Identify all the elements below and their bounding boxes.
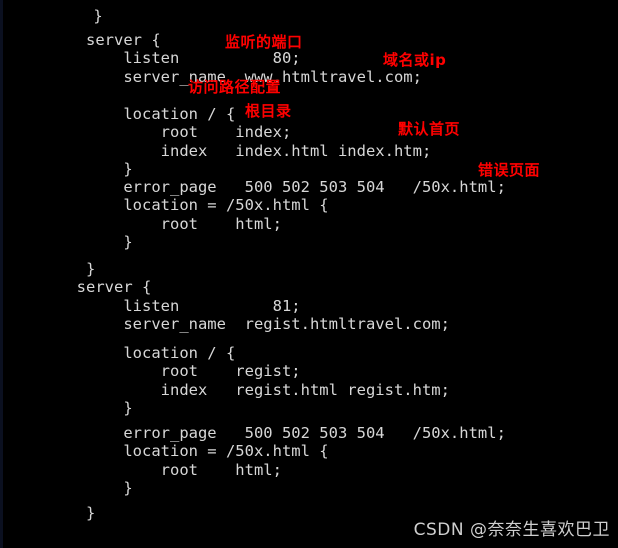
code-line-index-files-2: index regist.html regist.htm; [2, 362, 450, 399]
csdn-watermark: CSDN @奈奈生喜欢巴卫 [413, 520, 610, 540]
annotation-root-dir: 根目录 [245, 102, 292, 120]
code-line-server-close-1: } [2, 241, 95, 278]
annotation-error-page: 错误页面 [478, 161, 541, 179]
code-line-server-close-2: } [2, 485, 95, 522]
code-line-server-name-regist: server_name regist.htmltravel.com; [2, 297, 450, 333]
code-line-location-root-2: location / { [2, 325, 235, 362]
code-line-location-close-1: } [2, 142, 132, 178]
code-line-listen-81: listen 81; [2, 278, 300, 315]
code-text: } [58, 503, 96, 522]
code-line-server-open-2: server { [2, 260, 152, 296]
code-line-root-html-1: root html; [2, 196, 282, 233]
annotation-listen-port: 监听的端口 [225, 33, 303, 51]
annotation-location-path: 访问路径配置 [188, 78, 282, 96]
code-line-error-page-2: error_page 500 502 503 504 /50x.html; [2, 405, 506, 442]
code-line-error-page-1: error_page 500 502 503 504 /50x.html; [2, 159, 506, 196]
code-line-clipped-top: } [0, 0, 102, 25]
code-line-location-50x-close-2: } [2, 461, 132, 497]
code-line-server-name-www: server_name www.htmltravel.com; [2, 49, 422, 86]
code-line-location-close-2: } [2, 381, 132, 417]
annotation-default-index: 默认首页 [398, 120, 461, 138]
code-line-root-regist: root regist; [2, 344, 301, 380]
code-line-blank-1 [2, 68, 123, 87]
code-line-location-50x-2: location = /50x.html { [2, 424, 328, 460]
code-line-server-open-1: server { [2, 12, 161, 49]
code-line-location-50x-close-1: } [2, 215, 132, 251]
annotation-server-name: 域名或ip [383, 51, 447, 69]
code-line-index-files-1: index index.html index.htm; [2, 123, 432, 160]
nginx-config-code: } server { listen 80; server_name www.ht… [0, 0, 618, 548]
terminal-screen: } server { listen 80; server_name www.ht… [0, 0, 618, 548]
code-line-root-html-2: root html; [2, 442, 282, 479]
code-line-location-50x-1: location = /50x.html { [2, 178, 328, 214]
